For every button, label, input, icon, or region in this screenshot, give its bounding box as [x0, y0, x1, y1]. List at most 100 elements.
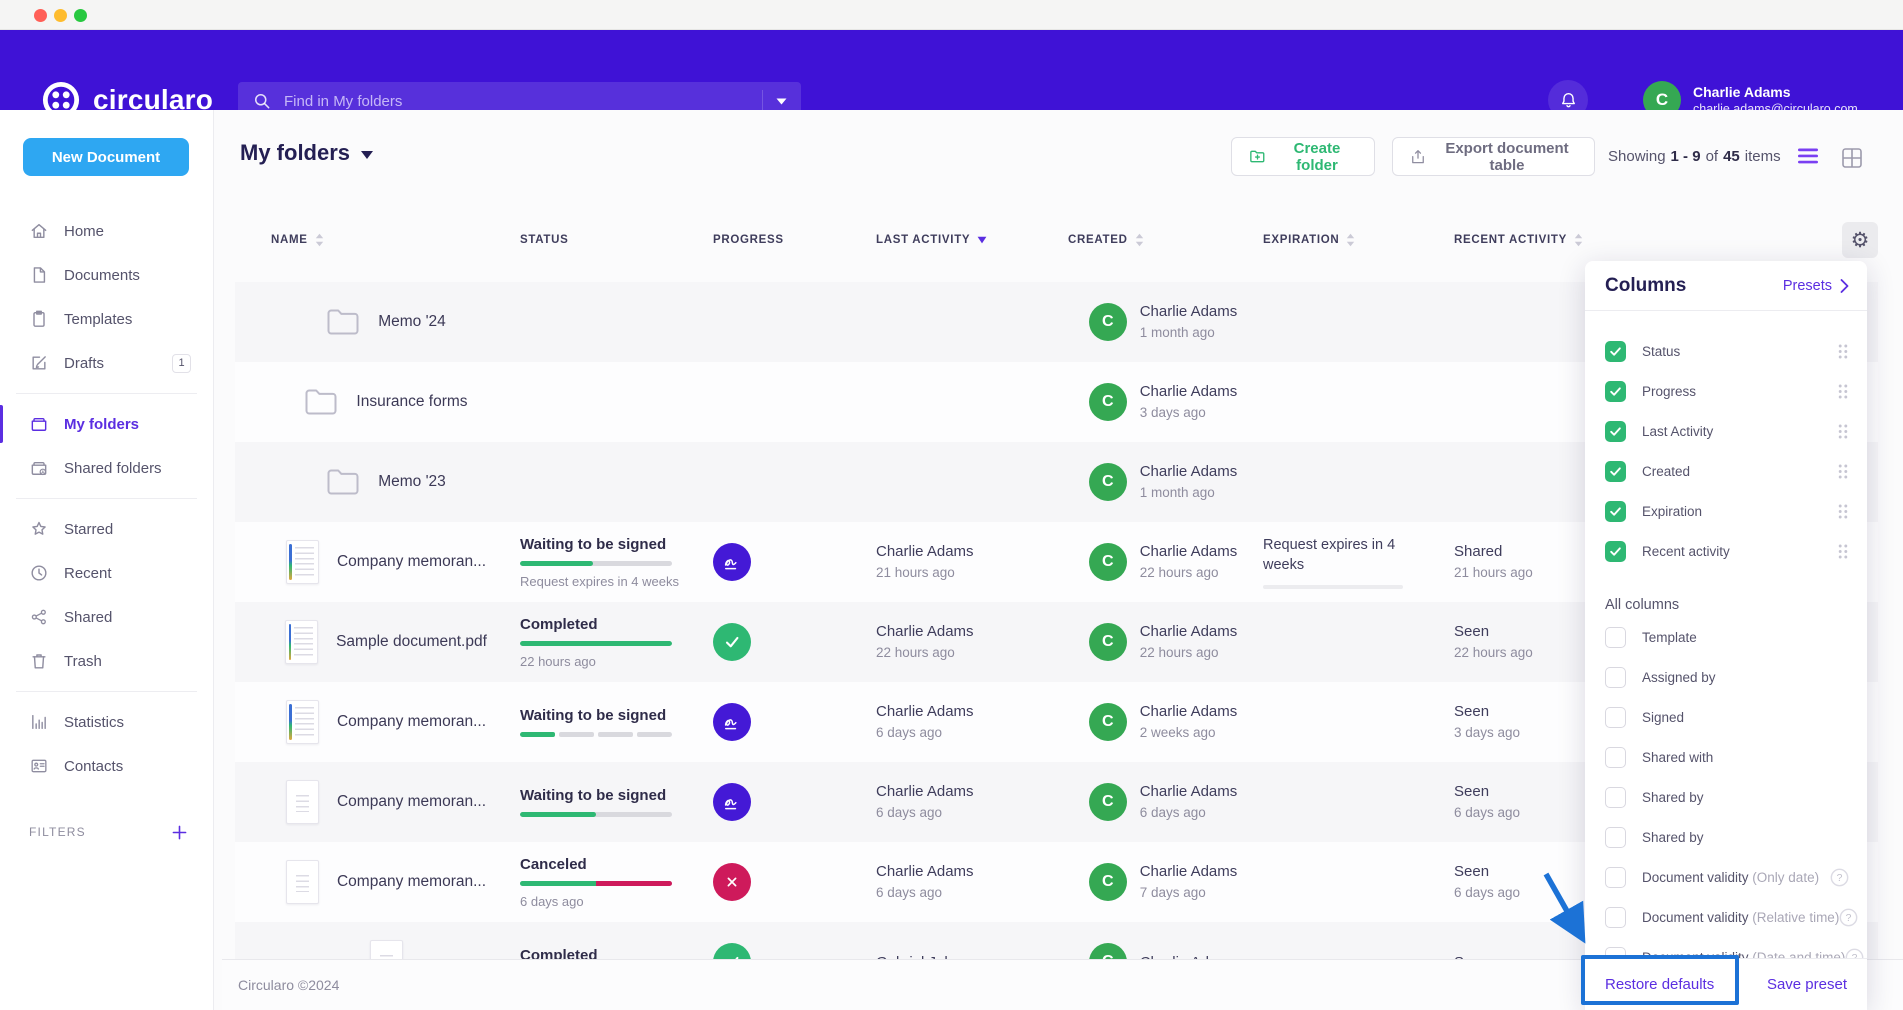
checkbox-unchecked[interactable] — [1605, 867, 1626, 888]
column-toggle-signed[interactable]: Signed — [1585, 697, 1867, 737]
presets-button[interactable]: Presets — [1783, 278, 1849, 294]
column-toggle-expiration[interactable]: Expiration — [1585, 491, 1867, 531]
drafts-count-badge: 1 — [172, 354, 191, 373]
column-toggle-shared-by[interactable]: Shared by — [1585, 777, 1867, 817]
column-toggle-progress[interactable]: Progress — [1585, 371, 1867, 411]
column-toggle-shared-with[interactable]: Shared with — [1585, 737, 1867, 777]
search-icon — [252, 91, 272, 111]
column-header-name[interactable]: NAME — [271, 222, 324, 258]
checkbox-unchecked[interactable] — [1605, 787, 1626, 808]
checkbox-checked[interactable] — [1605, 421, 1626, 442]
column-header-progress[interactable]: PROGRESS — [713, 222, 784, 258]
document-name: Company memoran... — [337, 713, 486, 731]
drag-handle-icon[interactable] — [1837, 383, 1849, 400]
window-zoom-button[interactable] — [74, 9, 87, 22]
window-close-button[interactable] — [34, 9, 47, 22]
save-preset-button[interactable]: Save preset — [1767, 976, 1847, 993]
sidebar-item-contacts[interactable]: Contacts — [0, 744, 213, 788]
creator-avatar: C — [1089, 703, 1127, 741]
sidebar-item-trash[interactable]: Trash — [0, 639, 213, 683]
search-input[interactable] — [284, 93, 754, 110]
window-minimize-button[interactable] — [54, 9, 67, 22]
last-activity-user: Charlie Adams — [876, 862, 1056, 881]
sidebar-item-shared[interactable]: Shared — [0, 595, 213, 639]
grid-view-button[interactable] — [1842, 148, 1862, 168]
column-toggle-last-activity[interactable]: Last Activity — [1585, 411, 1867, 451]
help-icon[interactable]: ? — [1830, 868, 1849, 887]
column-toggle-document-validity-only-date[interactable]: Document validity (Only date)? — [1585, 857, 1867, 897]
column-toggle-label: Recent activity — [1642, 544, 1730, 559]
clock-icon — [29, 563, 49, 583]
columns-unchecked-list: TemplateAssigned bySigned Shared with Shar… — [1585, 617, 1867, 977]
column-settings-button[interactable]: ⚙ — [1842, 222, 1878, 258]
sidebar-item-documents[interactable]: Documents — [0, 253, 213, 297]
column-toggle-template[interactable]: Template — [1585, 617, 1867, 657]
recent-activity-time: 6 days ago — [1454, 804, 1594, 822]
column-toggle-recent-activity[interactable]: Recent activity — [1585, 531, 1867, 571]
checkbox-checked[interactable] — [1605, 541, 1626, 562]
checkbox-unchecked[interactable] — [1605, 627, 1626, 648]
sidebar-item-starred[interactable]: Starred — [0, 507, 213, 551]
checkbox-checked[interactable] — [1605, 461, 1626, 482]
creator-name: Charlie Adams — [1140, 382, 1238, 401]
checkbox-unchecked[interactable] — [1605, 827, 1626, 848]
checkbox-checked[interactable] — [1605, 381, 1626, 402]
column-toggle-assigned-by[interactable]: Assigned by — [1585, 657, 1867, 697]
sidebar-item-statistics[interactable]: Statistics — [0, 700, 213, 744]
column-toggle-label: Shared by — [1642, 790, 1704, 805]
sign-glyph-icon — [722, 552, 743, 573]
sidebar-item-label: Contacts — [64, 758, 123, 775]
search-scope-chevron-icon[interactable] — [776, 98, 787, 105]
created-time: 7 days ago — [1140, 884, 1238, 902]
drag-handle-icon[interactable] — [1837, 543, 1849, 560]
cell-recent-activity: Shared21 hours ago — [1454, 522, 1594, 602]
sidebar-item-my-folders[interactable]: My folders — [0, 402, 213, 446]
new-document-button[interactable]: New Document — [23, 138, 189, 176]
column-header-created[interactable]: CREATED — [1068, 222, 1144, 258]
column-toggle-label: Created — [1642, 464, 1690, 479]
column-header-expiration[interactable]: EXPIRATION — [1263, 222, 1355, 258]
sidebar-item-shared-folders[interactable]: Shared folders — [0, 446, 213, 490]
trash-icon — [29, 651, 49, 671]
checkbox-unchecked[interactable] — [1605, 667, 1626, 688]
checkbox-checked[interactable] — [1605, 341, 1626, 362]
created-time: 22 hours ago — [1140, 564, 1238, 582]
sidebar-item-recent[interactable]: Recent — [0, 551, 213, 595]
column-header-status[interactable]: STATUS — [520, 222, 569, 258]
sidebar-item-home[interactable]: Home — [0, 209, 213, 253]
drag-handle-icon[interactable] — [1837, 423, 1849, 440]
document-name: Company memoran... — [337, 873, 486, 891]
check-glyph-icon — [722, 632, 742, 652]
restore-defaults-button[interactable]: Restore defaults — [1605, 976, 1714, 993]
checkbox-unchecked[interactable] — [1605, 747, 1626, 768]
sort-icon — [1346, 233, 1355, 247]
sort-desc-icon — [977, 236, 987, 244]
create-folder-button[interactable]: Create folder — [1231, 137, 1375, 176]
list-view-button[interactable] — [1798, 148, 1818, 164]
column-toggle-label: Shared with — [1642, 750, 1713, 765]
created-texts: Charlie Adams2 weeks ago — [1140, 702, 1238, 742]
document-icon — [29, 265, 49, 285]
column-toggle-created[interactable]: Created — [1585, 451, 1867, 491]
progress-segment — [520, 732, 555, 737]
drag-handle-icon[interactable] — [1837, 503, 1849, 520]
column-toggle-shared-by[interactable]: Shared by — [1585, 817, 1867, 857]
checkbox-unchecked[interactable] — [1605, 907, 1626, 928]
column-header-last-activity[interactable]: LAST ACTIVITY — [876, 222, 987, 258]
page-title[interactable]: My folders — [240, 140, 373, 166]
status-label: Waiting to be signed — [520, 536, 690, 553]
column-header-recent-activity[interactable]: RECENT ACTIVITY — [1454, 222, 1583, 258]
export-document-table-button[interactable]: Export document table — [1392, 137, 1595, 176]
column-toggle-status[interactable]: Status — [1585, 331, 1867, 371]
drag-handle-icon[interactable] — [1837, 343, 1849, 360]
help-icon[interactable]: ? — [1839, 908, 1858, 927]
cell-name: Insurance forms — [271, 362, 501, 442]
sidebar-item-templates[interactable]: Templates — [0, 297, 213, 341]
checkbox-unchecked[interactable] — [1605, 707, 1626, 728]
cell-recent-activity: Seen6 days ago — [1454, 842, 1594, 922]
checkbox-checked[interactable] — [1605, 501, 1626, 522]
column-toggle-document-validity-relative-time[interactable]: Document validity (Relative time)? — [1585, 897, 1867, 937]
sidebar-item-drafts[interactable]: Drafts1 — [0, 341, 213, 385]
drag-handle-icon[interactable] — [1837, 463, 1849, 480]
add-filter-icon[interactable] — [172, 825, 187, 840]
